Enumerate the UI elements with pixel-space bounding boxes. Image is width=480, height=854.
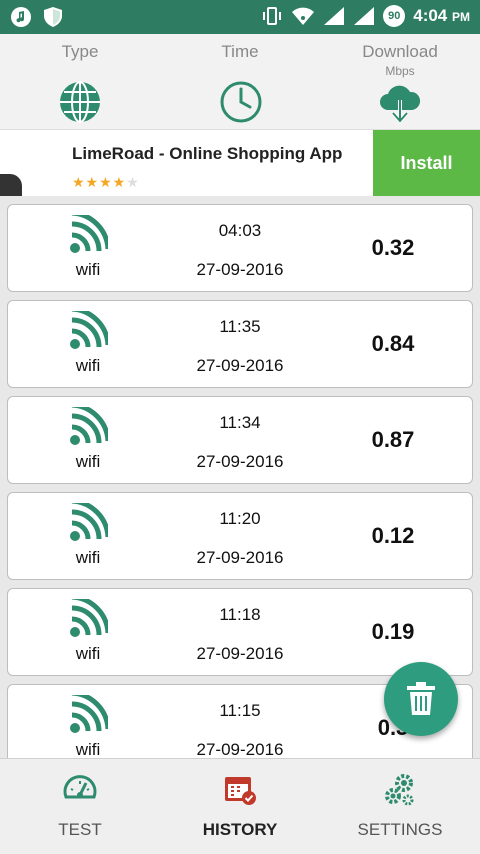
test-time: 11:18 (219, 605, 261, 624)
test-date: 27-09-2016 (196, 644, 284, 663)
header-download: Download Mbps (320, 42, 480, 78)
nav-history[interactable]: HISTORY (160, 759, 320, 854)
wifi-icon (70, 695, 108, 733)
nav-settings[interactable]: SETTINGS (320, 759, 480, 854)
test-date: 27-09-2016 (196, 452, 284, 471)
signal-icon (324, 7, 345, 25)
calendar-check-icon (225, 777, 256, 805)
signal-icon (354, 7, 375, 25)
history-row[interactable]: wifi 11:35 27-09-2016 0.84 (7, 300, 473, 388)
connection-type: wifi (75, 260, 101, 279)
test-time: 11:20 (219, 509, 261, 528)
history-row[interactable]: wifi 11:18 27-09-2016 0.19 (7, 588, 473, 676)
wifi-icon (292, 7, 315, 25)
trash-icon (407, 682, 435, 715)
status-bar: 90 4:04 PM (0, 0, 480, 34)
wifi-icon (70, 215, 108, 253)
nav-test-label: TEST (58, 820, 102, 839)
nav-settings-label: SETTINGS (357, 820, 443, 839)
notification-badge: 90 (383, 5, 406, 27)
wifi-icon (70, 407, 108, 445)
ad-choices-tab[interactable] (0, 174, 22, 196)
wifi-icon (70, 503, 108, 541)
history-row[interactable]: wifi 11:20 27-09-2016 0.12 (7, 492, 473, 580)
test-time: 11:15 (219, 701, 261, 720)
vibrate-icon (263, 7, 282, 25)
download-speed: 0.19 (371, 619, 415, 644)
test-time: 11:34 (219, 413, 261, 432)
history-row[interactable]: wifi 11:34 27-09-2016 0.87 (7, 396, 473, 484)
test-date: 27-09-2016 (196, 356, 284, 375)
test-date: 27-09-2016 (196, 740, 284, 758)
wifi-icon (70, 599, 108, 637)
header-type: Type (0, 42, 160, 62)
test-time: 11:35 (219, 317, 261, 336)
download-speed: 0.12 (371, 523, 415, 548)
nav-history-label: HISTORY (202, 820, 278, 839)
connection-type: wifi (75, 548, 101, 567)
test-date: 27-09-2016 (196, 260, 284, 279)
header-time: Time (160, 42, 320, 62)
bottom-navigation: TEST HISTORY SETTINGS (0, 758, 480, 854)
history-row[interactable]: wifi 04:03 27-09-2016 0.32 (7, 204, 473, 292)
ad-install-button[interactable]: Install (373, 130, 480, 196)
clock-icon (220, 81, 262, 123)
connection-type: wifi (75, 740, 101, 758)
globe-icon (60, 81, 100, 123)
cloud-download-icon (380, 85, 421, 125)
connection-type: wifi (75, 644, 101, 663)
download-speed: 0.87 (371, 427, 415, 452)
delete-history-button[interactable] (384, 662, 458, 736)
clock-time: 4:04 PM (413, 6, 470, 25)
connection-type: wifi (75, 356, 101, 375)
history-header: Type Time Download Mbps (0, 34, 480, 130)
download-speed: 0.84 (371, 331, 415, 356)
ad-title: LimeRoad - Online Shopping App (72, 144, 343, 163)
ad-banner[interactable]: LimeRoad - Online Shopping App ★★★★★ Ins… (0, 130, 480, 196)
header-time-label: Time (221, 42, 259, 61)
wifi-icon (70, 311, 108, 349)
header-download-label: Download (362, 42, 438, 61)
connection-type: wifi (75, 452, 101, 471)
shield-icon (44, 7, 62, 27)
music-icon (11, 7, 31, 27)
header-type-label: Type (61, 42, 99, 61)
test-time: 04:03 (218, 221, 262, 240)
nav-test[interactable]: TEST (0, 759, 160, 854)
header-download-unit: Mbps (385, 64, 415, 78)
test-date: 27-09-2016 (196, 548, 284, 567)
download-speed: 0.32 (371, 235, 415, 260)
ad-rating-stars: ★★★★★ (72, 174, 140, 190)
speedometer-icon (63, 775, 97, 799)
gears-icon (385, 774, 414, 806)
